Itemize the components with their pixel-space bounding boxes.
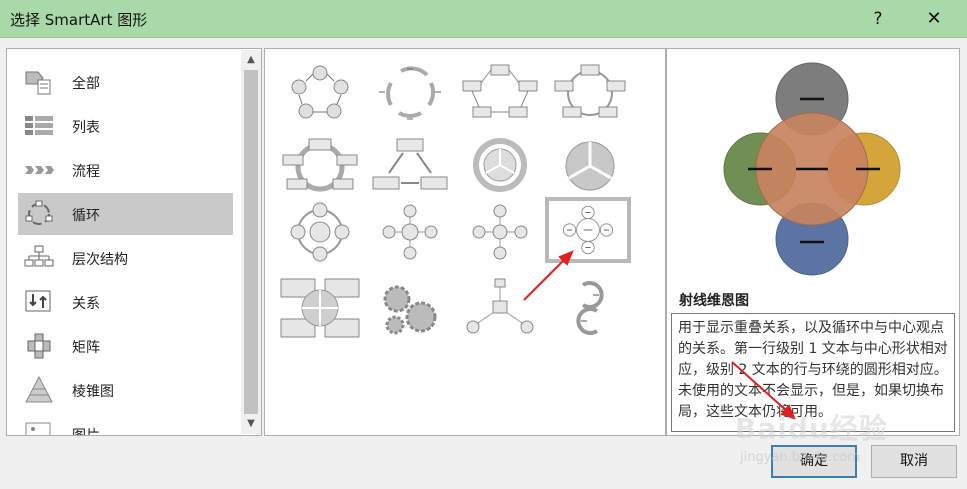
matrix-icon [27, 333, 51, 359]
help-button[interactable]: ? [858, 4, 898, 34]
process-icon [25, 166, 54, 174]
dialog-title: 选择 SmartArt 图形 [10, 11, 148, 29]
layout-pie-cycle[interactable] [547, 133, 633, 199]
category-label: 图片 [72, 428, 100, 436]
baidu-watermark-url: jingyan.baidu.com [740, 450, 860, 465]
baidu-watermark: Baidu经验 [735, 412, 888, 445]
category-item-hierarchy[interactable]: 层次结构 [18, 237, 233, 279]
scroll-down-icon[interactable]: ▼ [241, 415, 261, 433]
category-item-matrix[interactable]: 矩阵 [18, 325, 233, 367]
layout-gallery [264, 48, 666, 436]
category-label: 关系 [72, 296, 100, 312]
cycle-matrix-thumbnail [290, 202, 350, 262]
preview-panel: 射线维恩图 用于显示重叠关系，以及循环中与中心观点的关系。第一行级别 1 文本与… [666, 48, 960, 436]
category-label: 全部 [72, 76, 100, 92]
hub-radial-thumbnail [466, 278, 534, 334]
scroll-up-icon[interactable]: ▲ [241, 51, 261, 69]
layout-continuous-cycle[interactable] [277, 133, 363, 199]
picture-icon [25, 422, 51, 435]
category-label: 棱锥图 [72, 384, 114, 400]
cycle-matrix-2-thumbnail [280, 278, 360, 338]
layout-multidirectional-cycle[interactable] [367, 133, 453, 199]
layout-radial-cycle[interactable] [367, 199, 453, 265]
layout-hub-radial[interactable] [457, 275, 543, 341]
list-icon [25, 116, 53, 135]
category-list: 全部 列表 流程 循环 层次结构 关系 矩阵 棱锥图 图片 ▲ ▼ [6, 48, 262, 436]
layout-cycle-matrix[interactable] [277, 199, 363, 265]
segmented-cycle-thumbnail [473, 138, 527, 192]
category-item-cycle[interactable]: 循环 [18, 193, 233, 235]
hierarchy-icon [24, 245, 54, 267]
continuous-cycle-thumbnail [282, 138, 358, 192]
pie-cycle-thumbnail [565, 141, 615, 191]
title-bar: 选择 SmartArt 图形 ? ✕ [0, 0, 967, 38]
category-item-all[interactable]: 全部 [18, 61, 233, 103]
category-scrollbar[interactable]: ▲ ▼ [241, 50, 261, 434]
layout-gear[interactable] [367, 275, 453, 341]
layout-segmented-cycle[interactable] [457, 133, 543, 199]
close-button[interactable]: ✕ [914, 4, 954, 34]
all-icon [25, 71, 51, 95]
category-item-relationship[interactable]: 关系 [18, 281, 233, 323]
scroll-thumb[interactable] [244, 70, 258, 414]
layout-cycle-matrix-2[interactable] [277, 275, 363, 341]
nondirectional-cycle-thumbnail [554, 64, 626, 118]
category-item-picture[interactable]: 图片 [18, 413, 233, 436]
layout-text-cycle[interactable] [367, 59, 453, 125]
gear-thumbnail [383, 285, 437, 335]
cancel-button[interactable]: 取消 [871, 445, 957, 478]
multidirectional-cycle-thumbnail [372, 138, 448, 190]
category-label: 矩阵 [72, 340, 100, 356]
preview-title: 射线维恩图 [679, 293, 749, 309]
diverging-radial-thumbnail [472, 204, 528, 260]
category-item-list[interactable]: 列表 [18, 105, 233, 147]
layout-radial-venn[interactable] [545, 197, 631, 263]
basic-cycle-thumbnail [291, 65, 349, 119]
relationship-icon [25, 290, 51, 312]
text-cycle-thumbnail [379, 66, 441, 120]
radial-venn-preview [723, 62, 901, 276]
cycle-icon [25, 200, 53, 225]
block-cycle-thumbnail [462, 64, 538, 118]
layout-circular-arrows[interactable] [547, 275, 633, 341]
category-label: 层次结构 [72, 252, 128, 268]
radial-venn-thumbnail [562, 205, 614, 255]
category-label: 流程 [72, 164, 100, 180]
category-label: 列表 [72, 120, 100, 136]
layout-nondirectional-cycle[interactable] [547, 59, 633, 125]
layout-diverging-radial[interactable] [457, 199, 543, 265]
category-label: 循环 [72, 208, 100, 224]
category-item-process[interactable]: 流程 [18, 149, 233, 191]
category-item-pyramid[interactable]: 棱锥图 [18, 369, 233, 411]
layout-basic-cycle[interactable] [277, 59, 363, 125]
layout-block-cycle[interactable] [457, 59, 543, 125]
pyramid-icon [25, 376, 53, 403]
circular-arrows-thumbnail [576, 281, 604, 335]
radial-cycle-thumbnail [382, 204, 438, 260]
